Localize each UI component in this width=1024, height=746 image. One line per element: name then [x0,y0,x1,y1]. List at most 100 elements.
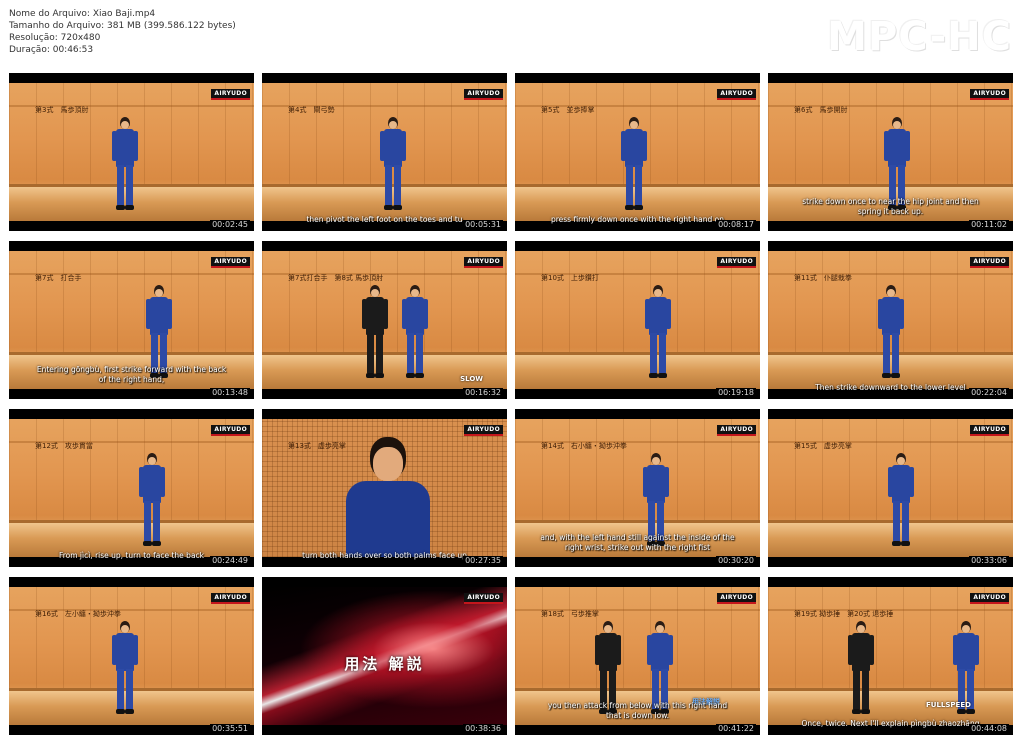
timestamp-label: 00:13:48 [210,388,250,398]
form-title: 第15式 虚歩亮掌 [794,442,852,450]
form-title: 第7式打合手 第8式 馬歩頂肘 [288,274,384,282]
channel-badge: AIRYUDO [970,593,1009,604]
channel-badge: AIRYUDO [211,593,250,604]
performer-figure [888,453,914,547]
performer-figure [139,453,165,547]
resolution-label: Resolução: 720x480 [9,33,101,43]
file-size-label: Tamanho do Arquivo: 381 MB (399.586.122 … [9,21,236,31]
timestamp-label: 00:44:08 [969,724,1009,734]
channel-badge: AIRYUDO [211,89,250,100]
performer-figure [112,117,138,211]
video-thumbnail[interactable]: 第16式 左小纏・拗歩沖拳 AIRYUDO 00:35:51 [9,577,254,735]
form-title: 第18式 弓歩推掌 [541,610,599,618]
timestamp-label: 00:24:49 [210,556,250,566]
timestamp-label: 00:38:36 [463,724,503,734]
channel-badge: AIRYUDO [717,257,756,268]
video-frame: 第11式 仆腿栽拳 [768,251,1013,389]
file-info-header: Nome do Arquivo: Xiao Baji.mp4 Tamanho d… [9,8,236,56]
video-frame: 用法 解説 [262,587,507,725]
form-title: 第12式 攻歩貫當 [35,442,93,450]
speed-tag: FULLSPEED [926,701,971,709]
channel-badge: AIRYUDO [211,257,250,268]
video-thumbnail[interactable]: 第14式 右小纏・拗歩沖拳 AIRYUDO and, with the left h… [515,409,760,567]
timestamp-label: 00:30:20 [716,556,756,566]
channel-badge: AIRYUDO [464,257,503,268]
video-frame: 第10式 上歩鑽打 [515,251,760,389]
performer-figure [402,285,428,379]
video-thumbnail[interactable]: 第19式 拗歩捶 第20式 退歩捶 AIRYUDO FULLSPEED Once, t… [768,577,1013,735]
timestamp-label: 00:33:06 [969,556,1009,566]
video-thumbnail[interactable]: 第3式 馬歩頂肘 AIRYUDO 00:02:45 [9,73,254,231]
video-thumbnail[interactable]: 第7式打合手 第8式 馬歩頂肘 AIRYUDO SLOW 00:16:32 [262,241,507,399]
video-frame: 第19式 拗歩捶 第20式 退歩捶 [768,587,1013,725]
video-frame: 第13式 虚歩亮掌 [262,419,507,557]
video-frame: 第4式 閘弓勢 [262,83,507,221]
video-thumbnail[interactable]: 第10式 上歩鑽打 AIRYUDO 00:19:18 [515,241,760,399]
video-frame: 第7式打合手 第8式 馬歩頂肘 [262,251,507,389]
speed-tag: SLOW [460,375,483,383]
form-title: 第4式 閘弓勢 [288,106,335,114]
performer-figure [621,117,647,211]
video-thumbnail[interactable]: 用法 解説 AIRYUDO 00:38:36 [262,577,507,735]
file-name-label: Nome do Arquivo: Xiao Baji.mp4 [9,9,156,19]
channel-badge: AIRYUDO [211,425,250,436]
subtitle-text: you then attack from below with this rig… [547,701,728,720]
video-thumbnail[interactable]: 第5式 並歩捧掌 AIRYUDO press firmly down once wi… [515,73,760,231]
subtitle-text: Entering gōngbù, first strike forward wi… [36,365,227,384]
channel-badge: AIRYUDO [970,89,1009,100]
video-frame: 第5式 並歩捧掌 [515,83,760,221]
video-frame: 第15式 虚歩亮掌 [768,419,1013,557]
closeup-figure [332,437,442,557]
channel-badge: AIRYUDO [970,257,1009,268]
video-thumbnail[interactable]: 第6式 馬歩開肘 AIRYUDO strike down once to near … [768,73,1013,231]
timestamp-label: 00:11:02 [969,220,1009,230]
video-frame: 第12式 攻歩貫當 [9,419,254,557]
form-title: 第3式 馬歩頂肘 [35,106,89,114]
form-title: 第11式 仆腿栽拳 [794,274,852,282]
channel-badge: AIRYUDO [717,593,756,604]
channel-badge: AIRYUDO [464,425,503,436]
form-title: 第14式 右小纏・拗歩沖拳 [541,442,627,450]
timestamp-label: 00:27:35 [463,556,503,566]
video-thumbnail[interactable]: 第15式 虚歩亮掌 AIRYUDO 00:33:06 [768,409,1013,567]
performer-figure [112,621,138,715]
form-title: 第7式 打合手 [35,274,82,282]
timestamp-label: 00:35:51 [210,724,250,734]
channel-badge: AIRYUDO [717,425,756,436]
form-title: 第13式 虚歩亮掌 [288,442,346,450]
timestamp-label: 00:19:18 [716,388,756,398]
instructor-figure [362,285,388,379]
performer-figure [878,285,904,379]
channel-badge: AIRYUDO [464,89,503,100]
timestamp-label: 00:22:04 [969,388,1009,398]
video-frame: 第3式 馬歩頂肘 [9,83,254,221]
subtitle-text: strike down once to near the hip joint a… [802,197,979,216]
form-title: 第10式 上歩鑽打 [541,274,599,282]
channel-badge: AIRYUDO [717,89,756,100]
timestamp-label: 00:05:31 [463,220,503,230]
form-title: 第6式 馬歩開肘 [794,106,848,114]
instructor-figure [848,621,874,715]
timestamp-label: 00:16:32 [463,388,503,398]
timestamp-label: 00:08:17 [716,220,756,230]
video-thumbnail[interactable]: 第11式 仆腿栽拳 AIRYUDO Then strike downward to … [768,241,1013,399]
channel-badge: AIRYUDO [464,593,503,604]
video-thumbnail[interactable]: 第13式 虚歩亮掌 AIRYUDO turn both hands over so … [262,409,507,567]
duration-label: Duração: 00:46:53 [9,45,94,55]
section-title-overlay: 用法 解説 [344,655,425,673]
video-frame: 第16式 左小纏・拗歩沖拳 [9,587,254,725]
video-thumbnail[interactable]: 第18式 弓歩推掌 AIRYUDO 用法解説 you then attack from… [515,577,760,735]
form-title: 第16式 左小纏・拗歩沖拳 [35,610,121,618]
timestamp-label: 00:02:45 [210,220,250,230]
timestamp-label: 00:41:22 [716,724,756,734]
performer-figure [380,117,406,211]
form-title: 第5式 並歩捧掌 [541,106,595,114]
subtitle-text: and, with the left hand still against th… [540,533,735,552]
channel-badge: AIRYUDO [970,425,1009,436]
video-thumbnail[interactable]: 第7式 打合手 AIRYUDO Entering gōngbù, first str… [9,241,254,399]
video-thumbnail[interactable]: 第4式 閘弓勢 AIRYUDO then pivot the left foot o… [262,73,507,231]
video-thumbnail[interactable]: 第12式 攻歩貫當 AIRYUDO From jìcì, rise up, turn… [9,409,254,567]
performer-figure [645,285,671,379]
form-title: 第19式 拗歩捶 第20式 退歩捶 [794,610,894,618]
mpc-hc-logo: MPC-HC [827,14,1012,60]
